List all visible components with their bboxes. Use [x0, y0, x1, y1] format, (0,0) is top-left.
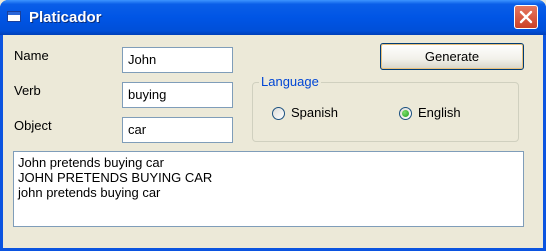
- radio-spanish[interactable]: Spanish: [272, 105, 372, 123]
- verb-field[interactable]: buying: [122, 82, 233, 108]
- radio-english-button[interactable]: [399, 107, 412, 120]
- window-icon: [7, 11, 21, 22]
- window-title: Platicador: [29, 9, 102, 26]
- app-window: Platicador Name John Verb buying Object …: [0, 0, 546, 251]
- language-groupbox: Language Spanish English: [252, 74, 519, 142]
- name-label: Name: [14, 48, 49, 63]
- client-area: Name John Verb buying Object car Generat…: [3, 35, 543, 248]
- title-bar[interactable]: Platicador: [0, 0, 546, 35]
- generate-button[interactable]: Generate: [380, 43, 524, 70]
- output-line: JOHN PRETENDS BUYING CAR: [18, 170, 213, 185]
- object-label: Object: [14, 118, 52, 133]
- object-field[interactable]: car: [122, 117, 233, 143]
- name-field[interactable]: John: [122, 47, 233, 73]
- verb-label: Verb: [14, 83, 41, 98]
- radio-english[interactable]: English: [399, 105, 499, 123]
- output-line: John pretends buying car: [18, 155, 164, 170]
- radio-spanish-button[interactable]: [272, 107, 285, 120]
- radio-spanish-label: Spanish: [291, 105, 338, 120]
- output-line: john pretends buying car: [18, 185, 161, 200]
- output-textarea[interactable]: John pretends buying car JOHN PRETENDS B…: [13, 151, 524, 227]
- close-icon: [519, 10, 533, 24]
- close-button[interactable]: [514, 5, 538, 29]
- language-legend: Language: [259, 74, 321, 89]
- radio-english-label: English: [418, 105, 461, 120]
